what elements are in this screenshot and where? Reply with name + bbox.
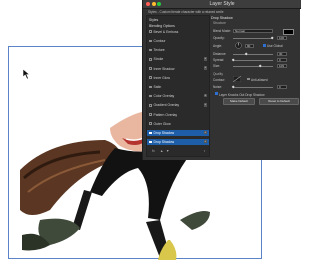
styles-list: Styles Blending Options Bevel & Emboss Co…	[146, 15, 210, 157]
angle-field[interactable]: 90	[245, 43, 254, 48]
effect-label: Outer Glow	[153, 121, 171, 126]
add-effect-icon[interactable]: +	[203, 65, 207, 70]
effect-item[interactable]: Bevel & Emboss	[147, 29, 209, 35]
effect-checkbox[interactable]	[149, 57, 152, 61]
effect-label: Stroke	[153, 57, 164, 62]
effect-label: Drop Shadow	[153, 140, 175, 145]
effect-item[interactable]: Stroke +	[147, 56, 209, 63]
section-drop-shadow: Drop Shadow	[211, 16, 233, 20]
effect-item[interactable]: Gradient Overlay +	[147, 102, 209, 109]
effect-checkbox[interactable]	[149, 140, 152, 144]
opacity-slider[interactable]	[233, 38, 273, 39]
size-slider[interactable]	[233, 66, 273, 67]
style-caption: Styles - Custom Iterate character with a…	[148, 10, 224, 14]
move-down-icon[interactable]: ▼	[166, 149, 169, 153]
drop-shadow-panel: Drop Shadow Structure Blend Mode: Normal…	[211, 15, 299, 155]
opacity-slider-knob[interactable]	[270, 36, 274, 40]
effect-item[interactable]: Drop Shadow +	[147, 139, 209, 145]
add-effect-icon[interactable]: +	[203, 102, 207, 107]
fx-button[interactable]: fx	[152, 149, 155, 153]
effect-label: Bevel & Emboss	[153, 29, 179, 34]
effect-checkbox[interactable]	[149, 122, 152, 125]
use-global-light-checkbox[interactable]	[263, 44, 266, 47]
noise-slider-knob[interactable]	[231, 85, 235, 89]
shadow-color-swatch[interactable]	[283, 28, 294, 35]
effect-checkbox[interactable]	[149, 113, 152, 116]
contour-label: Contour:	[213, 78, 226, 82]
noise-field[interactable]: 0	[277, 84, 287, 89]
spread-field[interactable]: 0	[277, 57, 287, 62]
size-label: Size:	[213, 64, 221, 68]
effect-checkbox[interactable]	[149, 94, 152, 98]
effect-checkbox[interactable]	[149, 39, 152, 43]
effect-label: Gradient Overlay	[153, 103, 180, 108]
effect-label: Texture	[153, 48, 165, 53]
effect-label: Inner Shadow	[153, 66, 175, 71]
effect-checkbox[interactable]	[149, 48, 152, 52]
effect-item[interactable]: Outer Glow	[147, 121, 209, 127]
effect-item[interactable]: Texture	[147, 47, 209, 53]
effect-checkbox[interactable]	[149, 131, 152, 135]
blend-mode-select[interactable]: Normal	[233, 28, 273, 33]
distance-field[interactable]: 30	[277, 51, 287, 56]
effect-item[interactable]: Pattern Overlay	[147, 112, 209, 118]
effect-item[interactable]: Drop Shadow +	[147, 130, 209, 136]
effect-item[interactable]: Color Overlay +	[147, 93, 209, 99]
effect-label: Contour	[153, 38, 166, 43]
effect-checkbox[interactable]	[149, 103, 152, 107]
styles-header[interactable]: Styles	[147, 17, 209, 23]
add-effect-icon[interactable]: +	[203, 56, 207, 61]
add-effect-icon[interactable]: +	[203, 130, 207, 135]
noise-slider[interactable]	[233, 87, 273, 88]
angle-dial-icon[interactable]	[235, 42, 242, 49]
spread-slider-knob[interactable]	[231, 58, 235, 62]
size-slider-knob[interactable]	[258, 64, 262, 68]
effect-label: Drop Shadow	[153, 130, 175, 135]
trash-icon[interactable]: ▪	[204, 149, 205, 153]
effect-checkbox[interactable]	[149, 67, 152, 70]
distance-label: Distance:	[213, 52, 227, 56]
anti-aliased-label: Anti-aliased	[251, 78, 268, 82]
effect-item[interactable]: Contour	[147, 38, 209, 44]
use-global-light-label: Use Global	[267, 44, 283, 48]
blending-options-item[interactable]: Blending Options	[147, 23, 209, 29]
fx-toolbar: fx ▲ ▼ ▪	[150, 149, 212, 155]
anti-aliased-checkbox[interactable]	[247, 77, 250, 81]
contour-picker-icon[interactable]	[233, 76, 241, 82]
arrow-cursor-icon	[22, 68, 31, 80]
structure-label: Structure	[213, 21, 226, 25]
add-effect-icon[interactable]: +	[203, 93, 207, 98]
effect-label: Pattern Overlay	[153, 112, 178, 117]
quality-label: Quality	[213, 72, 223, 76]
dialog-title: Layer Style	[209, 0, 235, 7]
layer-knocks-out-label: Layer Knocks Out Drop Shadow	[219, 92, 265, 97]
layer-knocks-out-checkbox[interactable]	[215, 92, 218, 95]
blend-mode-label: Blend Mode:	[213, 29, 231, 33]
distance-slider-knob[interactable]	[244, 52, 248, 56]
effect-label: Inner Glow	[153, 75, 170, 80]
angle-label: Angle:	[213, 44, 223, 48]
distance-slider[interactable]	[233, 54, 273, 55]
effect-item[interactable]: Inner Glow	[147, 75, 209, 81]
size-field[interactable]: 109	[277, 63, 287, 68]
effect-item[interactable]: Satin	[147, 84, 209, 90]
effect-item[interactable]: Inner Shadow +	[147, 65, 209, 72]
effect-checkbox[interactable]	[149, 76, 152, 79]
effect-label: Color Overlay	[153, 94, 175, 99]
effect-checkbox[interactable]	[149, 85, 152, 89]
make-default-button[interactable]: Make Default	[223, 98, 255, 105]
add-effect-icon[interactable]: +	[203, 139, 207, 144]
move-up-icon[interactable]: ▲	[160, 149, 163, 153]
noise-label: Noise:	[213, 85, 223, 89]
opacity-field[interactable]: 100	[277, 35, 287, 40]
reset-to-default-button[interactable]: Reset to Default	[259, 98, 299, 105]
spread-label: Spread:	[213, 58, 225, 62]
opacity-label: Opacity:	[213, 36, 225, 40]
layer-style-dialog: Layer Style Styles - Custom Iterate char…	[142, 0, 301, 160]
effect-checkbox[interactable]	[149, 30, 152, 33]
dialog-titlebar[interactable]: Layer Style	[143, 0, 301, 9]
effect-label: Satin	[153, 84, 162, 89]
spread-slider[interactable]	[233, 60, 273, 61]
